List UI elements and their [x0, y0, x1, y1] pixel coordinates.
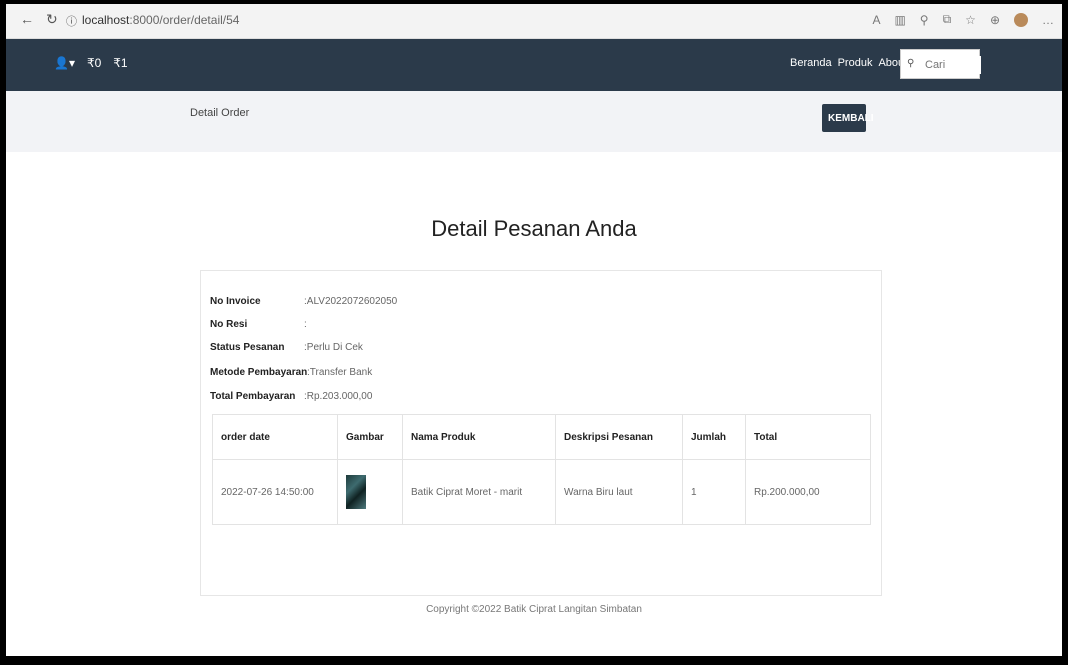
user-menu-icon[interactable]: 👤▾: [54, 56, 75, 70]
info-value: :ALV2022072602050: [304, 296, 398, 307]
cart-icon[interactable]: ₹0: [87, 56, 101, 70]
back-button[interactable]: KEMBALI: [822, 104, 874, 132]
search-icon: ⚲: [907, 58, 915, 69]
info-label: Total Pembayaran: [210, 391, 296, 402]
table-row: 2022-07-26 14:50:00 Batik Ciprat Moret -…: [212, 459, 871, 525]
col-product-name: Nama Produk: [402, 414, 556, 460]
nav-link-beranda[interactable]: Beranda: [790, 57, 832, 69]
info-value: :Transfer Bank: [307, 367, 373, 378]
search-input[interactable]: [923, 56, 981, 74]
cell-description: Warna Biru laut: [555, 459, 683, 525]
read-aloud-icon[interactable]: A: [872, 13, 880, 27]
page-title: Detail Pesanan Anda: [431, 216, 637, 241]
info-value: :: [304, 319, 307, 330]
extensions-icon[interactable]: ⧉: [943, 12, 952, 27]
footer-copyright: Copyright ©2022 Batik Ciprat Langitan Si…: [426, 604, 642, 615]
search-box: ⚲: [900, 49, 981, 79]
col-order-date: order date: [212, 414, 338, 460]
cell-image: [337, 459, 403, 525]
info-label: Metode Pembayaran: [210, 367, 308, 378]
nav-left: 👤▾ ₹0 ₹1: [54, 56, 128, 70]
col-image: Gambar: [337, 414, 403, 460]
cell-total: Rp.200.000,00: [745, 459, 871, 525]
back-arrow-icon[interactable]: ←: [20, 11, 34, 27]
info-label: No Invoice: [210, 296, 261, 307]
browser-actions: A ▥ ⚲ ⧉ ☆ ⊕ …: [872, 12, 1054, 27]
cell-order-date: 2022-07-26 14:50:00: [212, 459, 338, 525]
favorites-icon[interactable]: ☆: [965, 13, 976, 27]
cell-quantity: 1: [682, 459, 746, 525]
col-description: Deskripsi Pesanan: [555, 414, 683, 460]
breadcrumb: Detail Order: [190, 107, 250, 119]
site-navbar: 👤▾ ₹0 ₹1 Beranda Produk About Us ⚲: [6, 39, 1062, 91]
nav-link-produk[interactable]: Produk: [838, 57, 873, 69]
more-icon[interactable]: …: [1042, 13, 1054, 27]
info-value: :Perlu Di Cek: [304, 342, 363, 353]
zoom-icon[interactable]: ⚲: [920, 13, 929, 27]
reload-icon[interactable]: ↻: [46, 11, 58, 28]
order-icon[interactable]: ₹1: [113, 56, 127, 70]
info-label: Status Pesanan: [210, 342, 285, 353]
info-label: No Resi: [210, 319, 248, 330]
order-table: order date Gambar Nama Produk Deskripsi …: [212, 414, 871, 525]
info-icon[interactable]: ⓘ: [66, 13, 77, 29]
breadcrumb-bar: Detail Order KEMBALI: [6, 91, 1062, 152]
cell-product-name: Batik Ciprat Moret - marit: [402, 459, 556, 525]
product-thumbnail: [346, 475, 366, 509]
browser-window: ← ↻ ⓘ localhost:8000/order/detail/54 A ▥…: [6, 4, 1062, 656]
profile-avatar[interactable]: [1014, 12, 1028, 27]
collections-icon[interactable]: ⊕: [990, 13, 1000, 27]
info-value: :Rp.203.000,00: [304, 391, 373, 402]
address-bar[interactable]: localhost:8000/order/detail/54: [82, 13, 239, 27]
browser-toolbar: ← ↻ ⓘ localhost:8000/order/detail/54 A ▥…: [6, 4, 1062, 39]
reading-view-icon[interactable]: ▥: [894, 13, 905, 27]
col-total: Total: [745, 414, 871, 460]
order-table-wrap: order date Gambar Nama Produk Deskripsi …: [212, 414, 871, 525]
col-quantity: Jumlah: [682, 414, 746, 460]
table-header-row: order date Gambar Nama Produk Deskripsi …: [212, 414, 871, 460]
